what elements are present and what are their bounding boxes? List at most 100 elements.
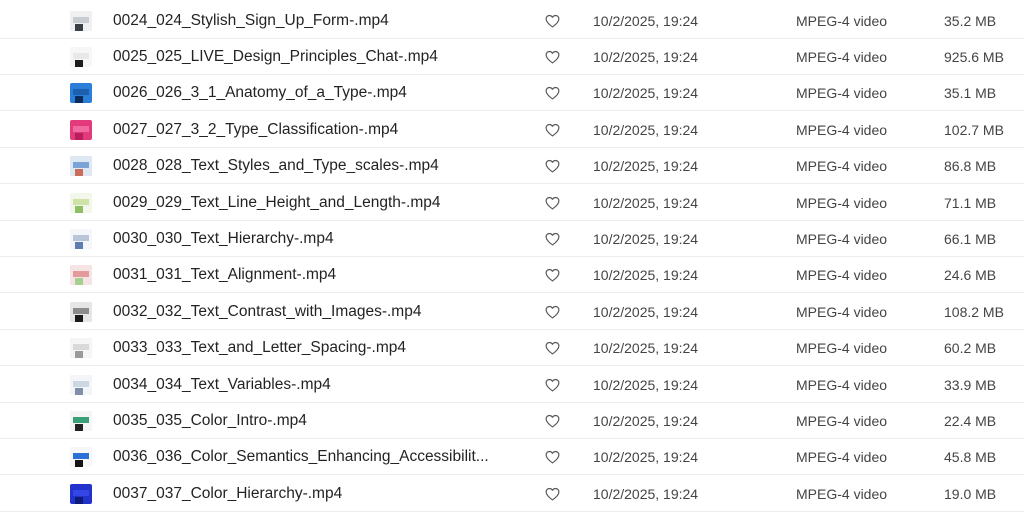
heart-outline-svg [545,14,560,28]
file-date-modified: 10/2/2025, 19:24 [593,449,699,466]
file-name[interactable]: 0036_036_Color_Semantics_Enhancing_Acces… [113,439,523,475]
heart-icon[interactable] [544,257,561,293]
file-name[interactable]: 0029_029_Text_Line_Height_and_Length-.mp… [113,185,523,221]
file-date-modified: 10/2/2025, 19:24 [593,158,699,175]
file-date-modified: 10/2/2025, 19:24 [593,340,699,357]
file-row[interactable]: 0034_034_Text_Variables-.mp4 10/2/2025, 1… [0,367,1024,403]
file-name[interactable]: 0028_028_Text_Styles_and_Type_scales-.mp… [113,148,523,184]
heart-icon[interactable] [544,221,561,257]
file-row[interactable]: 0037_037_Color_Hierarchy-.mp4 10/2/2025, … [0,476,1024,512]
video-thumbnail [70,338,92,359]
file-kind: MPEG-4 video [796,340,888,357]
heart-icon[interactable] [544,476,561,512]
file-size: 35.1 MB [944,85,997,102]
video-thumbnail [70,10,92,31]
file-size: 66.1 MB [944,230,997,247]
heart-outline-svg [545,378,560,392]
heart-outline-svg [545,160,560,173]
file-size: 19.0 MB [944,485,997,502]
file-date-modified: 10/2/2025, 19:24 [593,303,699,320]
heart-outline-svg [545,342,560,355]
file-row[interactable]: 0024_024_Stylish_Sign_Up_Form-.mp4 10/2/2… [0,3,1024,39]
file-name[interactable]: 0031_031_Text_Alignment-.mp4 [113,257,523,293]
file-name[interactable]: 0034_034_Text_Variables-.mp4 [113,367,523,403]
file-name[interactable]: 0027_027_3_2_Type_Classification-.mp4 [113,112,523,148]
file-size: 24.6 MB [944,267,997,284]
file-name[interactable]: 0032_032_Text_Contrast_with_Images-.mp4 [113,294,523,330]
file-date-modified: 10/2/2025, 19:24 [593,412,699,429]
heart-outline-svg [545,305,560,319]
heart-outline-svg [545,87,560,100]
video-thumbnail [70,374,92,395]
file-row[interactable]: 0032_032_Text_Contrast_with_Images-.mp4 1… [0,294,1024,330]
file-kind: MPEG-4 video [796,303,888,320]
video-thumbnail [70,46,92,67]
file-name[interactable]: 0033_033_Text_and_Letter_Spacing-.mp4 [113,330,523,366]
file-kind: MPEG-4 video [796,485,888,502]
heart-outline-svg [545,269,560,282]
file-name[interactable]: 0026_026_3_1_Anatomy_of_a_Type-.mp4 [113,75,523,111]
file-size: 45.8 MB [944,449,997,466]
file-kind: MPEG-4 video [796,12,888,29]
file-row[interactable]: 0025_025_LIVE_Design_Principles_Chat-.mp… [0,39,1024,75]
heart-icon[interactable] [544,439,561,475]
heart-outline-svg [545,487,560,501]
heart-icon[interactable] [544,330,561,366]
heart-icon[interactable] [544,148,561,184]
video-thumbnail [70,483,92,504]
heart-icon[interactable] [544,403,561,439]
file-kind: MPEG-4 video [796,376,888,393]
file-date-modified: 10/2/2025, 19:24 [593,12,699,29]
heart-icon[interactable] [544,367,561,403]
file-kind: MPEG-4 video [796,230,888,247]
heart-outline-svg [545,414,560,428]
file-row[interactable]: 0036_036_Color_Semantics_Enhancing_Acces… [0,439,1024,476]
heart-outline-svg [545,451,560,464]
heart-outline-svg [545,232,560,246]
file-row[interactable]: 0027_027_3_2_Type_Classification-.mp4 10/… [0,112,1024,148]
file-date-modified: 10/2/2025, 19:24 [593,194,699,211]
heart-icon[interactable] [544,75,561,111]
file-date-modified: 10/2/2025, 19:24 [593,85,699,102]
file-name[interactable]: 0035_035_Color_Intro-.mp4 [113,403,523,439]
video-thumbnail [70,228,92,249]
file-date-modified: 10/2/2025, 19:24 [593,230,699,247]
video-thumbnail [70,119,92,140]
heart-outline-svg [545,123,560,137]
heart-outline-svg [545,196,560,210]
file-size: 86.8 MB [944,158,997,175]
file-row[interactable]: 0033_033_Text_and_Letter_Spacing-.mp4 10/… [0,330,1024,367]
file-kind: MPEG-4 video [796,194,888,211]
file-row[interactable]: 0030_030_Text_Hierarchy-.mp4 10/2/2025, 1… [0,221,1024,257]
file-date-modified: 10/2/2025, 19:24 [593,48,699,65]
file-row[interactable]: 0029_029_Text_Line_Height_and_Length-.mp… [0,185,1024,221]
file-size: 22.4 MB [944,412,997,429]
heart-icon[interactable] [544,294,561,330]
heart-icon[interactable] [544,39,561,75]
video-thumbnail [70,301,92,322]
file-size: 60.2 MB [944,340,997,357]
heart-icon[interactable] [544,185,561,221]
heart-icon[interactable] [544,112,561,148]
file-row[interactable]: 0035_035_Color_Intro-.mp4 10/2/2025, 19:2… [0,403,1024,439]
file-kind: MPEG-4 video [796,121,888,138]
file-name[interactable]: 0037_037_Color_Hierarchy-.mp4 [113,476,523,512]
file-date-modified: 10/2/2025, 19:24 [593,376,699,393]
video-thumbnail [70,447,92,468]
file-kind: MPEG-4 video [796,48,888,65]
video-thumbnail [70,192,92,213]
video-thumbnail [70,410,92,431]
heart-icon[interactable] [544,3,561,39]
file-name[interactable]: 0024_024_Stylish_Sign_Up_Form-.mp4 [113,3,523,39]
file-kind: MPEG-4 video [796,412,888,429]
file-row[interactable]: 0026_026_3_1_Anatomy_of_a_Type-.mp4 10/2/… [0,75,1024,112]
file-date-modified: 10/2/2025, 19:24 [593,121,699,138]
file-date-modified: 10/2/2025, 19:24 [593,267,699,284]
file-date-modified: 10/2/2025, 19:24 [593,485,699,502]
file-row[interactable]: 0031_031_Text_Alignment-.mp4 10/2/2025, 1… [0,257,1024,294]
file-size: 71.1 MB [944,194,997,211]
file-row[interactable]: 0028_028_Text_Styles_and_Type_scales-.mp… [0,148,1024,185]
file-name[interactable]: 0030_030_Text_Hierarchy-.mp4 [113,221,523,257]
video-thumbnail [70,156,92,177]
file-name[interactable]: 0025_025_LIVE_Design_Principles_Chat-.mp… [113,39,523,75]
